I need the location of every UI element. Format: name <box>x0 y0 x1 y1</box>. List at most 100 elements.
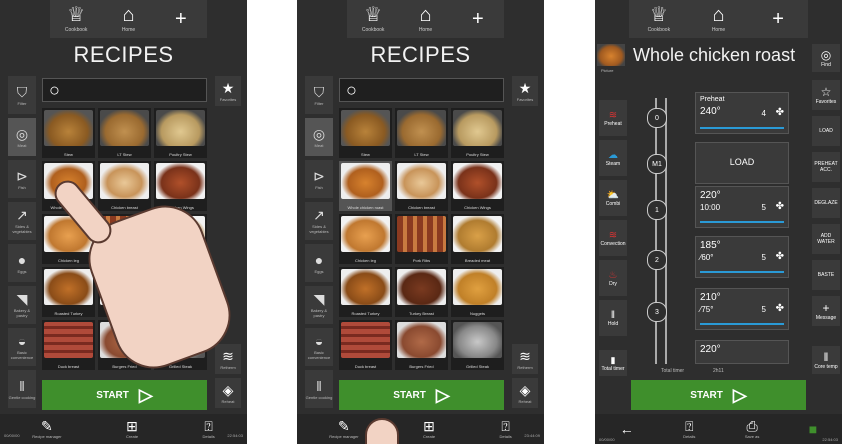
add-button[interactable]: + <box>452 0 504 38</box>
step-card-preheat[interactable]: Preheat 240° 4 ✤ <box>695 92 789 134</box>
recipe-image <box>44 322 93 358</box>
recipe-card[interactable]: Poultry Stew <box>451 108 504 158</box>
add-button[interactable]: + <box>751 0 805 38</box>
recipe-card[interactable]: Stew <box>42 108 95 158</box>
step-node[interactable]: M1 <box>647 154 667 174</box>
home-button[interactable]: ⌂ Home <box>399 0 451 38</box>
baste-action[interactable]: BASTE <box>812 260 840 290</box>
sidebar-item-meat[interactable]: ◎ Meat <box>305 118 333 156</box>
mode-hold[interactable]: ǁ Hold <box>599 300 627 336</box>
step-node[interactable]: 2 <box>647 250 667 270</box>
mode-preheat[interactable]: ≋ Preheat <box>599 100 627 136</box>
favorites-button[interactable]: ☆ Favorites <box>812 80 840 110</box>
recipe-manager-button[interactable]: ✎ Recipe manager <box>329 419 358 439</box>
sidebar-item-bakery[interactable]: ◥ Bakery & pastry <box>305 286 333 324</box>
recipe-card[interactable]: Breaded meat <box>451 214 504 264</box>
sidebar-item-fish[interactable]: ⊳ Fish <box>8 160 36 198</box>
recipe-card[interactable]: LT Stew <box>395 108 448 158</box>
recipe-card[interactable]: Chicken leg <box>339 214 392 264</box>
thermometer-icon: ǁ <box>19 377 25 394</box>
recipe-card[interactable]: Duck breast <box>42 320 95 370</box>
favorites-button[interactable]: ★ Favorites <box>512 76 538 106</box>
create-button[interactable]: ⊞ Create <box>126 419 138 439</box>
sidebar-item-sides[interactable]: ↗ Sides & vegetables <box>8 202 36 240</box>
sidebar-item-gentle[interactable]: ǁ Gentle cooking <box>305 370 333 408</box>
step-card-4[interactable]: 220° <box>695 340 789 364</box>
details-button[interactable]: ⍰ Details <box>683 419 695 439</box>
help-icon: ⍰ <box>685 418 694 434</box>
recipe-card[interactable]: LT Stew <box>98 108 151 158</box>
message-action[interactable]: + Message <box>812 296 840 326</box>
back-button[interactable]: ← <box>620 422 634 436</box>
recipe-card[interactable]: Chicken breast <box>98 161 151 211</box>
retherm-button[interactable]: ≋ Retherm <box>215 344 241 374</box>
start-button[interactable]: START ▷ <box>631 380 806 410</box>
recipe-card[interactable]: Chicken Wings <box>451 161 504 211</box>
sidebar-item-gentle[interactable]: ǁ Gentle cooking <box>8 370 36 408</box>
reheat-button[interactable]: ◈ Reheat <box>512 378 538 408</box>
cookbook-button[interactable]: ♕ Cookbook <box>50 0 102 38</box>
sidebar-item-eggs[interactable]: ● Eggs <box>305 244 333 282</box>
core-temp-button[interactable]: ǁ Core temp <box>812 346 840 374</box>
cookbook-button[interactable]: ♕ Cookbook <box>347 0 399 38</box>
sidebar-item-sides[interactable]: ↗ Sides & vegetables <box>305 202 333 240</box>
start-button[interactable]: START ▷ <box>339 380 504 410</box>
favorites-button[interactable]: ★ Favorites <box>215 76 241 106</box>
deglaze-action[interactable]: DEGLAZE <box>812 188 840 218</box>
mode-steam[interactable]: ☁ Steam <box>599 140 627 176</box>
retherm-button[interactable]: ≋ Retherm <box>512 344 538 374</box>
recipe-card[interactable]: Roasted Turkey <box>42 267 95 317</box>
sidebar-item-fish[interactable]: ⊳ Fish <box>305 160 333 198</box>
sidebar-item-filter[interactable]: ⛉ Filter <box>305 76 333 114</box>
recipe-card[interactable]: Chicken breast <box>395 161 448 211</box>
add-water-action[interactable]: ADD WATER <box>812 224 840 254</box>
mode-dry[interactable]: ♨ Dry <box>599 260 627 296</box>
preheat-acc-action[interactable]: PREHEAT ACC. <box>812 152 840 182</box>
step-node[interactable]: 0 <box>647 108 667 128</box>
load-action[interactable]: LOAD <box>812 116 840 146</box>
recipe-card[interactable]: Stew <box>339 108 392 158</box>
time-text: 23:44:09 <box>524 433 540 438</box>
sidebar-item-eggs[interactable]: ● Eggs <box>8 244 36 282</box>
find-button[interactable]: ◎ Find <box>812 44 840 72</box>
save-as-button[interactable]: ⎙ Save as <box>745 419 759 439</box>
step-card-2[interactable]: 185° ⁄60° 5 ✤ <box>695 236 789 278</box>
cookbook-button[interactable]: ♕ Cookbook <box>632 0 686 38</box>
details-button[interactable]: ⍰ Details <box>203 419 215 439</box>
recipe-card[interactable]: Grilled Steak <box>451 320 504 370</box>
recipe-manager-button[interactable]: ✎ Recipe manager <box>32 419 61 439</box>
create-button[interactable]: ⊞ Create <box>423 419 435 439</box>
plus-icon: + <box>471 8 484 30</box>
home-button[interactable]: ⌂ Home <box>691 0 745 38</box>
sidebar-item-convenience[interactable]: ◒ Basic convenience <box>8 328 36 366</box>
total-timer-button[interactable]: ▮ Total timer <box>599 350 627 376</box>
recipe-card[interactable]: Turkey Breast <box>395 267 448 317</box>
recipe-card[interactable]: Roasted Turkey <box>339 267 392 317</box>
step-node[interactable]: 3 <box>647 302 667 322</box>
step-node[interactable]: 1 <box>647 200 667 220</box>
sidebar-item-bakery[interactable]: ◥ Bakery & pastry <box>8 286 36 324</box>
step-card-load[interactable]: LOAD <box>695 142 789 184</box>
sidebar-item-convenience[interactable]: ◒ Basic convenience <box>305 328 333 366</box>
mode-combi[interactable]: ⛅ Combi <box>599 180 627 216</box>
mode-convection[interactable]: ≋ Convection <box>599 220 627 256</box>
add-button[interactable]: + <box>155 0 207 38</box>
recipe-card[interactable]: Nuggets <box>451 267 504 317</box>
sidebar-item-meat[interactable]: ◎ Meat <box>8 118 36 156</box>
sidebar-item-filter[interactable]: ⛉ Filter <box>8 76 36 114</box>
step-card-3[interactable]: 210° ⁄75° 5 ✤ <box>695 288 789 330</box>
reheat-button[interactable]: ◈ Reheat <box>215 378 241 408</box>
recipe-card[interactable]: Pork Ribs <box>395 214 448 264</box>
recipe-card[interactable]: Chicken Wings <box>154 161 207 211</box>
search-input[interactable]: ○ <box>339 78 504 102</box>
recipe-card[interactable]: Duck breast <box>339 320 392 370</box>
recipe-picture-button[interactable] <box>597 44 625 66</box>
home-button[interactable]: ⌂ Home <box>102 0 154 38</box>
details-button[interactable]: ⍰ Details <box>500 419 512 439</box>
recipe-card-selected[interactable]: Whole chicken roast <box>339 161 392 211</box>
recipe-card[interactable]: Poultry Stew <box>154 108 207 158</box>
start-button[interactable]: START ▷ <box>42 380 207 410</box>
recipe-card[interactable]: Burgers Fried <box>395 320 448 370</box>
step-card-1[interactable]: 220° 10:00 5 ✤ <box>695 186 789 228</box>
search-input[interactable]: ○ <box>42 78 207 102</box>
